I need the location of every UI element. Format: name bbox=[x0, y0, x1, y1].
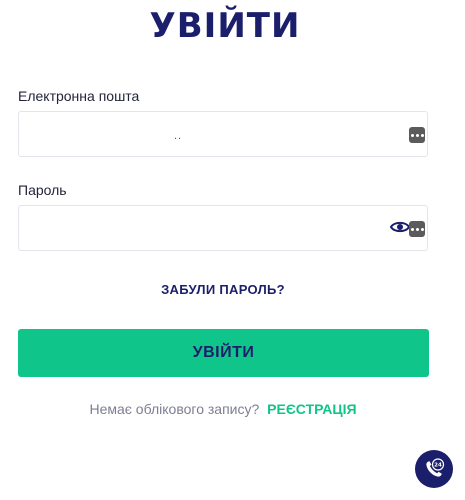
eye-icon[interactable] bbox=[390, 220, 410, 234]
email-field[interactable] bbox=[19, 112, 427, 156]
register-link[interactable]: РЕЄСТРАЦІЯ bbox=[267, 401, 356, 417]
email-masked-value: .. bbox=[174, 130, 183, 142]
support-24-icon: 24 bbox=[426, 458, 445, 477]
email-label: Електронна пошта bbox=[18, 88, 140, 104]
login-button[interactable]: УВІЙТИ bbox=[18, 329, 429, 377]
autofill-dots-icon[interactable] bbox=[409, 127, 425, 143]
svg-text:24: 24 bbox=[434, 463, 442, 469]
register-prompt: Немає облікового запису? bbox=[89, 401, 260, 417]
password-field[interactable] bbox=[19, 206, 427, 250]
autofill-dots-icon[interactable] bbox=[409, 221, 425, 237]
forgot-password-link[interactable]: ЗАБУЛИ ПАРОЛЬ? bbox=[0, 282, 446, 297]
password-field-container[interactable] bbox=[18, 205, 428, 251]
register-row: Немає облікового запису? РЕЄСТРАЦІЯ bbox=[0, 401, 446, 417]
password-label: Пароль bbox=[18, 182, 67, 198]
email-field-container[interactable]: .. bbox=[18, 111, 428, 157]
support-button[interactable]: 24 bbox=[415, 450, 453, 488]
page-title: УВІЙТИ bbox=[149, 6, 301, 46]
